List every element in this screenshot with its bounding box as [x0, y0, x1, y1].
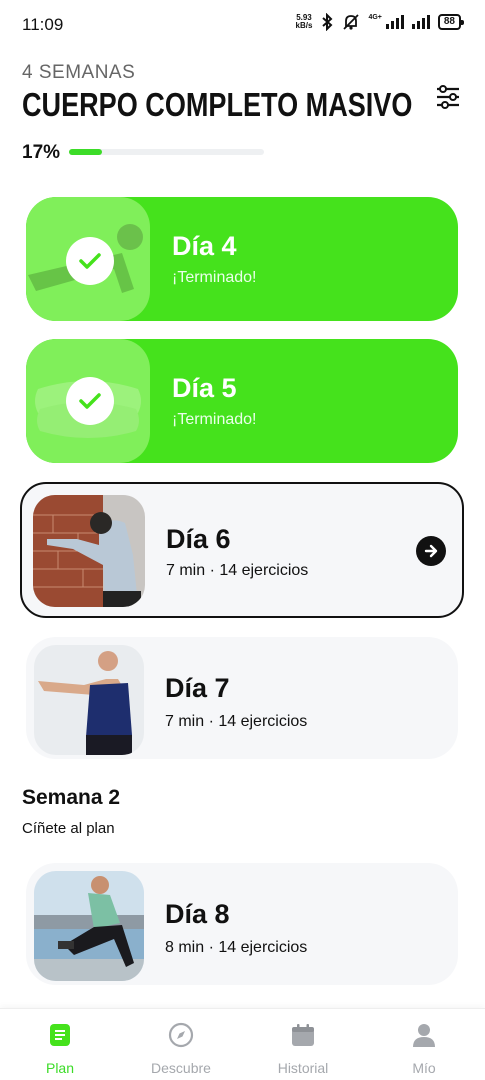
day-title: Día 6 — [166, 524, 231, 554]
day-card-5[interactable]: Día 5 ¡Terminado! — [26, 339, 458, 463]
day-title: Día 8 — [165, 899, 230, 929]
calendar-icon — [292, 1024, 314, 1046]
progress-bar — [69, 149, 264, 155]
network-type: 4G+ — [368, 13, 382, 21]
day-card-8[interactable]: Día 8 8 min · 14 ejercicios — [26, 863, 458, 985]
week-title: Semana 2 — [22, 786, 121, 809]
status-icons: 5.93 kB/s 4G+ 88 — [295, 13, 465, 31]
plan-icon — [50, 1024, 70, 1046]
day-thumbnail — [26, 339, 150, 463]
day-details: 7 min · 14 ejercicios — [165, 713, 308, 730]
day-card-4[interactable]: Día 4 ¡Terminado! — [26, 197, 458, 321]
signal-icon-2 — [411, 15, 430, 29]
check-icon — [66, 237, 114, 285]
day-thumbnail — [34, 645, 144, 755]
bluetooth-icon — [322, 13, 333, 31]
nav-label: Historial — [277, 1060, 329, 1076]
nav-item-plan[interactable]: Plan — [10, 1021, 110, 1076]
day-status: ¡Terminado! — [172, 269, 257, 286]
nav-label: Plan — [45, 1060, 75, 1076]
bottom-nav: Plan Descubre Historial Mío — [0, 1008, 485, 1080]
wall-stretch-photo — [33, 495, 145, 607]
day-card-6[interactable]: Día 6 7 min · 14 ejercicios — [20, 482, 464, 618]
day-details: 7 min · 14 ejercicios — [166, 562, 309, 579]
mute-bell-icon — [343, 14, 360, 30]
day-title: Día 5 — [172, 373, 237, 403]
weeks-label: 4 SEMANAS — [22, 62, 136, 83]
week-subtitle: Cíñete al plan — [22, 820, 115, 837]
person-icon — [413, 1024, 435, 1047]
net-speed: 5.93 kB/s — [295, 13, 313, 30]
nav-item-mio[interactable]: Mío — [374, 1021, 474, 1076]
arrow-right-icon[interactable] — [416, 536, 446, 566]
day-status: ¡Terminado! — [172, 411, 257, 428]
status-time: 11:09 — [22, 15, 64, 34]
day-details: 8 min · 14 ejercicios — [165, 939, 308, 956]
battery-icon: 88 — [437, 14, 465, 30]
page-title: CUERPO COMPLETO MASIVO — [22, 86, 413, 123]
progress-fill — [69, 149, 103, 155]
day-thumbnail — [34, 871, 144, 981]
day-title: Día 4 — [172, 231, 237, 261]
nav-item-descubre[interactable]: Descubre — [131, 1021, 231, 1076]
day-thumbnail — [33, 495, 145, 607]
sliders-icon[interactable] — [434, 83, 462, 111]
day-title: Día 7 — [165, 673, 230, 703]
nav-label: Descubre — [151, 1060, 211, 1076]
nav-label: Mío — [412, 1060, 436, 1076]
day-card-7[interactable]: Día 7 7 min · 14 ejercicios — [26, 637, 458, 759]
compass-icon — [168, 1022, 194, 1048]
day-thumbnail — [26, 197, 150, 321]
signal-icon — [385, 15, 404, 29]
progress-percent: 17% — [22, 142, 61, 163]
status-bar: 11:09 5.93 kB/s 4G+ 88 — [0, 0, 485, 48]
nav-item-historial[interactable]: Historial — [253, 1021, 353, 1076]
check-icon — [66, 377, 114, 425]
lunge-stretch-photo — [34, 871, 144, 981]
arm-stretch-photo — [34, 645, 144, 755]
